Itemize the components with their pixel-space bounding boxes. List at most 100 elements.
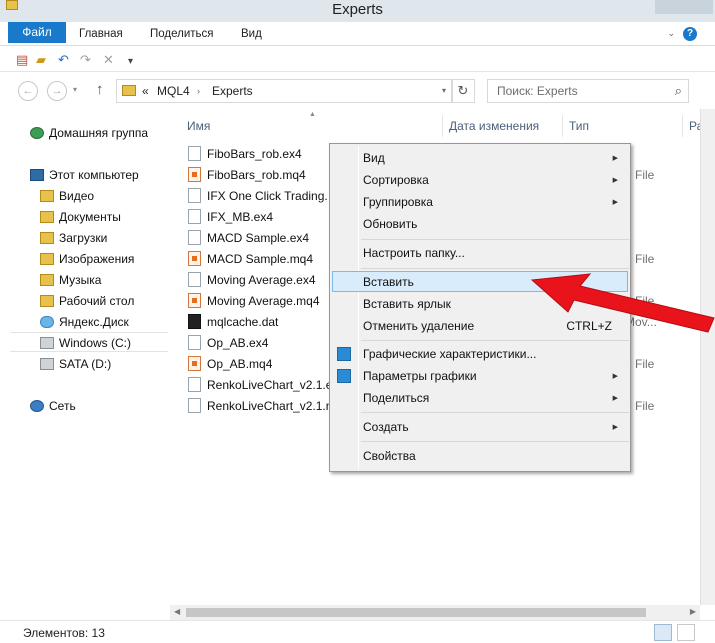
address-bar[interactable]: « MQL4 › Experts ▾ [116,79,453,103]
search-input[interactable]: Поиск: Experts [497,84,578,98]
window-close-button[interactable] [655,0,713,14]
ex4-file-icon [188,272,201,287]
nav-yandex-disk[interactable]: Яндекс.Диск [40,312,129,332]
forward-button[interactable]: → [47,81,67,101]
column-divider[interactable] [562,115,563,137]
tab-home[interactable]: Главная [79,22,123,46]
mq4-file-icon [188,167,201,182]
file-row[interactable]: MACD Sample.mq4 [188,249,313,270]
file-row[interactable]: Op_AB.ex4 [188,333,268,354]
nav-music[interactable]: Музыка [40,270,101,290]
mq4-file-icon [188,293,201,308]
menu-item-view[interactable]: Вид ▶ [332,148,628,169]
column-divider[interactable] [682,115,683,137]
breadcrumb-overflow[interactable]: « [142,84,149,98]
menu-item-group[interactable]: Группировка ▶ [332,192,628,213]
nav-video[interactable]: Видео [40,186,94,206]
menu-separator [361,268,629,269]
nav-this-pc[interactable]: Этот компьютер [30,165,139,185]
nav-pictures[interactable]: Изображения [40,249,134,269]
tab-share[interactable]: Поделиться [150,22,214,46]
ribbon-expand-icon[interactable]: ⌄ [667,28,675,39]
menu-item-graphics-options[interactable]: Параметры графики ▶ [332,366,628,387]
menu-item-sort[interactable]: Сортировка ▶ [332,170,628,191]
homegroup-icon [30,127,44,139]
submenu-arrow-icon: ▶ [612,373,618,380]
folder-icon [122,85,136,96]
network-icon [30,400,44,412]
search-box[interactable]: Поиск: Experts ⌕ [487,79,689,103]
file-row[interactable]: mqlcache.dat [188,312,278,333]
tab-file[interactable]: Файл [8,22,66,43]
nav-desktop[interactable]: Рабочий стол [40,291,134,311]
menu-item-properties[interactable]: Свойства [332,446,628,467]
up-icon[interactable]: ↑ [96,81,104,98]
column-divider[interactable] [442,115,443,137]
file-row[interactable]: Moving Average.ex4 [188,270,316,291]
breadcrumb-experts[interactable]: Experts [212,84,253,98]
submenu-arrow-icon: ▶ [612,155,618,162]
windows-drive-icon [40,337,54,349]
nav-network[interactable]: Сеть [30,396,76,416]
menu-item-refresh[interactable]: Обновить [332,214,628,235]
file-row[interactable]: IFX One Click Trading. [188,186,328,207]
tab-view[interactable]: Вид [241,22,262,46]
computer-icon [30,169,44,181]
ex4-file-icon [188,146,201,161]
horizontal-scrollbar[interactable]: ◀ ▶ [170,605,700,620]
properties-icon[interactable]: ▤ [16,53,28,66]
pictures-folder-icon [40,253,54,265]
file-row[interactable]: RenkoLiveChart_v2.1.n [188,396,332,417]
file-row[interactable]: Moving Average.mq4 [188,291,320,312]
menu-item-share[interactable]: Поделиться ▶ [332,388,628,409]
ex4-file-icon [188,398,201,413]
breadcrumb-separator-icon[interactable]: › [197,86,200,96]
ex4-file-icon [188,209,201,224]
file-row[interactable]: MACD Sample.ex4 [188,228,309,249]
redo-icon[interactable]: ↷ [80,53,91,66]
file-row[interactable]: FiboBars_rob.ex4 [188,144,302,165]
scrollbar-thumb[interactable] [186,608,646,617]
scroll-right-icon[interactable]: ▶ [690,607,696,616]
large-icons-view-icon[interactable] [677,624,695,641]
column-header-name[interactable]: Имя [187,119,210,133]
quick-access-toolbar: ▤ ▰ ↶ ↷ ✕ ▾ [0,47,715,72]
new-folder-icon[interactable]: ▰ [36,53,46,66]
nav-windows-c[interactable]: Windows (C:) [10,332,168,352]
dat-file-icon [188,314,201,329]
file-row[interactable]: Op_AB.mq4 [188,354,272,375]
back-button[interactable]: ← [18,81,38,101]
red-arrow-annotation [530,273,715,333]
music-folder-icon [40,274,54,286]
menu-item-create[interactable]: Создать ▶ [332,417,628,438]
window-title: Experts [332,1,383,18]
delete-icon[interactable]: ✕ [103,53,114,66]
address-row: ← → ▾ ↑ « MQL4 › Experts ▾ ↻ Поиск: Expe… [0,73,715,109]
menu-item-graphics-properties[interactable]: Графические характеристики... [332,344,628,365]
menu-separator [361,340,629,341]
graphics-icon [337,347,351,361]
nav-homegroup[interactable]: Домашняя группа [30,123,148,143]
column-header-date[interactable]: Дата изменения [449,119,539,133]
breadcrumb-mql4[interactable]: MQL4 [157,84,190,98]
search-icon[interactable]: ⌕ [675,83,682,99]
details-view-icon[interactable] [654,624,672,641]
file-row[interactable]: RenkoLiveChart_v2.1.e [188,375,332,396]
refresh-button[interactable]: ↻ [451,79,475,103]
column-header-type[interactable]: Тип [569,119,589,133]
nav-sata-d[interactable]: SATA (D:) [40,354,111,374]
navigation-pane: Домашняя группа Этот компьютер Видео Док… [0,109,168,625]
undo-icon[interactable]: ↶ [58,53,69,66]
menu-item-customize-folder[interactable]: Настроить папку... [332,243,628,264]
nav-downloads[interactable]: Загрузки [40,228,107,248]
drive-icon [40,358,54,370]
recent-locations-icon[interactable]: ▾ [73,85,77,94]
help-icon[interactable]: ? [683,27,697,41]
file-row[interactable]: IFX_MB.ex4 [188,207,273,228]
address-dropdown-icon[interactable]: ▾ [442,86,446,95]
vertical-scrollbar[interactable] [700,109,715,605]
customize-toolbar-icon[interactable]: ▾ [128,55,133,68]
scroll-left-icon[interactable]: ◀ [174,607,180,616]
nav-documents[interactable]: Документы [40,207,121,227]
file-row[interactable]: FiboBars_rob.mq4 [188,165,306,186]
